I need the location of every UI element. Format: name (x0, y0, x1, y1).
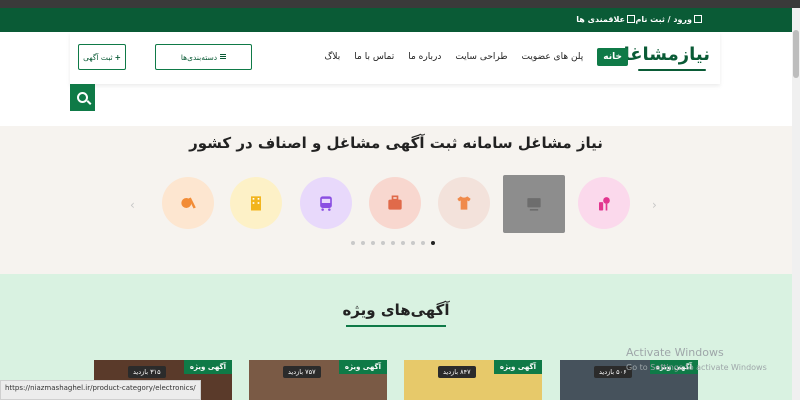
post-ad-button[interactable]: + ثبت آگهی (78, 44, 126, 70)
carousel-dot[interactable] (381, 241, 385, 245)
featured-badge: آگهی ویژه (493, 360, 542, 374)
featured-title-underline (346, 325, 446, 327)
category-transport[interactable] (300, 177, 352, 229)
nav-blog[interactable]: بلاگ (324, 52, 340, 62)
menu-grid-icon (220, 54, 227, 60)
category-clothing[interactable] (438, 177, 490, 229)
nav-home[interactable]: خانه (597, 48, 628, 66)
scrollbar-thumb[interactable] (793, 30, 799, 78)
views-count: ۸۴۷ بازدید (438, 366, 476, 378)
carousel-dot[interactable] (371, 241, 375, 245)
category-cosmetics[interactable] (578, 177, 630, 229)
post-ad-button-label: ثبت آگهی (83, 52, 113, 62)
carousel-dot[interactable] (351, 241, 355, 245)
favorites-link[interactable]: علاقمندی ها (576, 15, 635, 24)
electronics-icon (527, 198, 541, 211)
featured-badge: آگهی ویژه (183, 360, 232, 374)
sports-icon (181, 197, 196, 209)
carousel-dot[interactable] (401, 241, 405, 245)
windows-watermark-subtitle: Go to Settings to activate Windows (626, 363, 767, 372)
hero-section: نیاز مشاغل سامانه ثبت آگهی مشاغل و اصناف… (0, 126, 792, 274)
main-header: نیازمشاغل خانه پلن های عضویت طراحی سایت … (70, 32, 720, 84)
clothing-icon (457, 196, 471, 210)
cosmetics-icon (599, 197, 610, 211)
main-nav: خانه پلن های عضویت طراحی سایت درباره ما … (324, 48, 628, 66)
category-bags[interactable] (369, 177, 421, 229)
nav-contact-us[interactable]: تماس با ما (354, 52, 394, 62)
windows-watermark-title: Activate Windows (626, 346, 724, 359)
page-scrollbar[interactable] (792, 8, 800, 400)
login-icon (694, 15, 702, 23)
carousel-dot[interactable] (431, 241, 435, 245)
carousel-prev-icon[interactable]: ‹ (130, 198, 135, 212)
bag-icon (388, 195, 402, 210)
categories-button-label: دسته‌بندی‌ها (180, 52, 218, 62)
search-icon (77, 92, 88, 103)
browser-top-edge (0, 0, 800, 8)
category-buildings[interactable] (230, 177, 282, 229)
featured-card[interactable]: آگهی ویژه ۷۵۷ بازدید (249, 360, 387, 400)
featured-title: آگهی‌های ویژه (342, 301, 450, 319)
site-logo[interactable]: نیازمشاغل (614, 42, 710, 74)
status-url: https://niazmashaghel.ir/product-categor… (0, 380, 201, 400)
login-register-label: ورود / ثبت نام (635, 15, 692, 24)
category-sports[interactable] (162, 177, 214, 229)
nav-about-us[interactable]: درباره ما (408, 52, 441, 62)
categories-button[interactable]: دسته‌بندی‌ها (155, 44, 252, 70)
search-button[interactable] (70, 84, 95, 111)
top-bar: ورود / ثبت نام علاقمندی ها (0, 8, 792, 32)
carousel-dot[interactable] (421, 241, 425, 245)
bus-icon (320, 196, 332, 211)
logo-underline (638, 69, 706, 71)
heart-icon (627, 15, 635, 23)
views-count: ۷۵۷ بازدید (283, 366, 321, 378)
logo-text: نیازمشاغل (614, 44, 710, 65)
featured-card[interactable]: آگهی ویژه ۸۴۷ بازدید (404, 360, 542, 400)
favorites-label: علاقمندی ها (576, 15, 625, 24)
featured-badge: آگهی ویژه (338, 360, 387, 374)
building-icon (251, 196, 261, 211)
nav-web-design[interactable]: طراحی سایت (455, 52, 507, 62)
nav-membership-plans[interactable]: پلن های عضویت (522, 52, 584, 62)
hero-title: نیاز مشاغل سامانه ثبت آگهی مشاغل و اصناف… (189, 134, 603, 152)
views-count: ۳۱۵ بازدید (128, 366, 166, 378)
category-electronics[interactable] (503, 175, 565, 233)
carousel-next-icon[interactable]: › (652, 198, 657, 212)
carousel-dot[interactable] (361, 241, 365, 245)
login-register-link[interactable]: ورود / ثبت نام (635, 15, 702, 24)
carousel-dot[interactable] (391, 241, 395, 245)
carousel-dot[interactable] (411, 241, 415, 245)
plus-icon: + (114, 52, 121, 62)
